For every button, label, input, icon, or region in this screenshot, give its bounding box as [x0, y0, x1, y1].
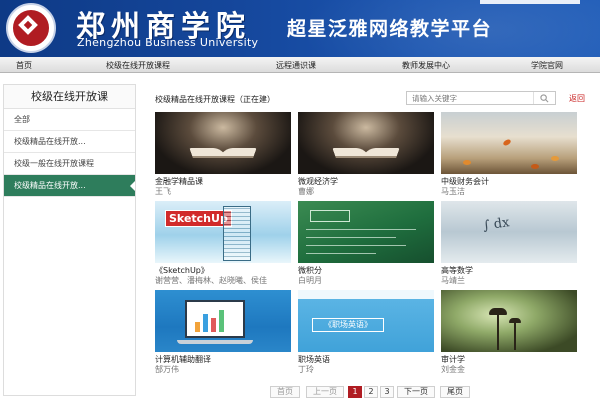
- pagination-next-button[interactable]: 下一页: [397, 386, 435, 398]
- course-name[interactable]: 金融学精品课: [155, 177, 291, 187]
- course-name[interactable]: 审计学: [441, 355, 577, 365]
- course-teacher: 王飞: [155, 187, 171, 196]
- course-card[interactable]: 微积分 白明月: [298, 201, 434, 286]
- course-teacher: 郜万伟: [155, 365, 179, 374]
- course-card[interactable]: 《职场英语》 职场英语 丁玲: [298, 290, 434, 375]
- course-name[interactable]: 微观经济学: [298, 177, 434, 187]
- course-name[interactable]: 高等数学: [441, 266, 577, 276]
- course-teacher: 曹娜: [298, 187, 314, 196]
- search-input[interactable]: [407, 92, 533, 104]
- course-teacher: 谢营营、潘梅林、赵晓曦、侯佳: [155, 276, 267, 285]
- pagination-prev-button[interactable]: 上一页: [306, 386, 344, 398]
- course-card[interactable]: 中级财务会计 马玉洁: [441, 112, 577, 197]
- site-header: 郑州商学院 Zhengzhou Business University 超星泛雅…: [0, 0, 600, 57]
- nav-item-online-courses[interactable]: 校级在线开放课程: [106, 60, 170, 71]
- course-name[interactable]: 职场英语: [298, 355, 434, 365]
- search-icon: [540, 94, 549, 103]
- header-tab-strip: [480, 0, 580, 4]
- course-thumbnail[interactable]: [298, 112, 434, 174]
- course-thumbnail[interactable]: [441, 112, 577, 174]
- course-card[interactable]: 审计学 刘金金: [441, 290, 577, 375]
- course-card[interactable]: 金融学精品课 王飞: [155, 112, 291, 197]
- sidebar-item-quality-online-building[interactable]: 校级精品在线开放...: [4, 175, 135, 197]
- course-thumbnail[interactable]: 《职场英语》: [298, 290, 434, 352]
- course-teacher: 丁玲: [298, 365, 314, 374]
- nav-item-general-courses[interactable]: 远程通识课: [276, 60, 316, 71]
- back-link[interactable]: 返回: [569, 93, 585, 104]
- pagination-page-2[interactable]: 2: [364, 386, 378, 398]
- course-name[interactable]: 《SketchUp》: [155, 266, 291, 276]
- search-button[interactable]: [533, 92, 555, 104]
- course-name[interactable]: 微积分: [298, 266, 434, 276]
- school-name-en: Zhengzhou Business University: [77, 36, 259, 49]
- pagination-page-1[interactable]: 1: [348, 386, 362, 398]
- nav-item-college-site[interactable]: 学院官网: [531, 60, 563, 71]
- search-box: [406, 91, 556, 105]
- course-card[interactable]: SketchUp 《SketchUp》 谢营营、潘梅林、赵晓曦、侯佳: [155, 201, 291, 286]
- course-thumbnail[interactable]: ∫ dx: [441, 201, 577, 263]
- course-teacher: 马玉洁: [441, 187, 465, 196]
- course-card[interactable]: 微观经济学 曹娜: [298, 112, 434, 197]
- nav-item-teacher-center[interactable]: 教师发展中心: [402, 60, 450, 71]
- sketchup-logo-text: SketchUp: [165, 210, 232, 227]
- pagination-first-button[interactable]: 首页: [270, 386, 300, 398]
- course-card[interactable]: 计算机辅助翻译 郜万伟: [155, 290, 291, 375]
- pagination-last-button[interactable]: 尾页: [440, 386, 470, 398]
- platform-title: 超星泛雅网络教学平台: [287, 18, 493, 40]
- course-card[interactable]: ∫ dx 高等数学 马靖兰: [441, 201, 577, 286]
- course-teacher: 马靖兰: [441, 276, 465, 285]
- course-name[interactable]: 计算机辅助翻译: [155, 355, 291, 365]
- nav-item-home[interactable]: 首页: [16, 60, 32, 71]
- course-name[interactable]: 中级财务会计: [441, 177, 577, 187]
- pagination-page-3[interactable]: 3: [380, 386, 394, 398]
- sidebar-item-quality-online[interactable]: 校级精品在线开放...: [4, 131, 135, 153]
- course-thumbnail[interactable]: [155, 112, 291, 174]
- page-title: 校级精品在线开放课程（正在建）: [155, 95, 275, 104]
- pagination: 首页 上一页 1 2 3 下一页 尾页: [0, 386, 600, 398]
- school-seal-icon[interactable]: [6, 3, 56, 53]
- sidebar-item-general-online[interactable]: 校级一般在线开放课程: [4, 153, 135, 175]
- course-thumbnail[interactable]: SketchUp: [155, 201, 291, 263]
- course-teacher: 白明月: [298, 276, 322, 285]
- course-thumbnail[interactable]: [155, 290, 291, 352]
- sidebar: 校级在线开放课 全部 校级精品在线开放... 校级一般在线开放课程 校级精品在线…: [3, 84, 136, 396]
- main-nav: 首页 校级在线开放课程 远程通识课 教师发展中心 学院官网: [0, 57, 600, 73]
- english-banner-text: 《职场英语》: [312, 318, 384, 332]
- sidebar-item-all[interactable]: 全部: [4, 109, 135, 131]
- course-thumbnail[interactable]: [298, 201, 434, 263]
- sidebar-title: 校级在线开放课: [4, 85, 135, 109]
- course-teacher: 刘金金: [441, 365, 465, 374]
- course-thumbnail[interactable]: [441, 290, 577, 352]
